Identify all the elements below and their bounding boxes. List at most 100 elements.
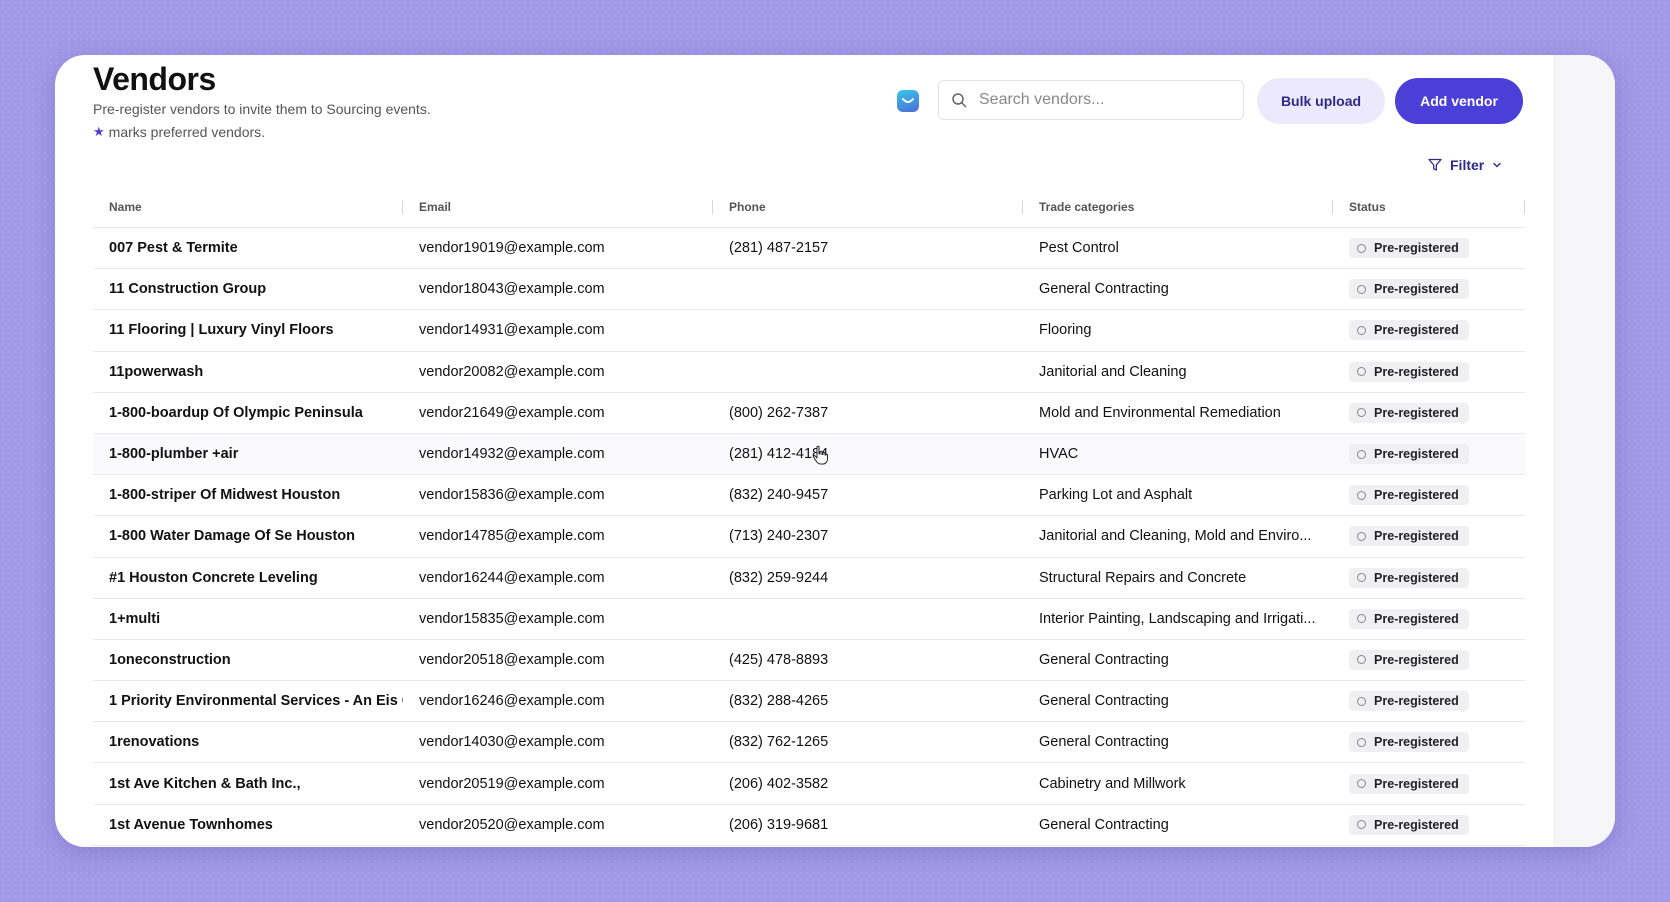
vendor-status: Pre-registered	[1333, 649, 1525, 670]
status-label: Pre-registered	[1374, 241, 1459, 256]
vendor-status: Pre-registered	[1333, 732, 1525, 753]
vendor-status: Pre-registered	[1333, 567, 1525, 588]
vendor-email: vendor20518@example.com	[419, 651, 605, 668]
status-label: Pre-registered	[1374, 405, 1459, 420]
status-badge: Pre-registered	[1349, 238, 1469, 259]
search-box[interactable]	[938, 80, 1244, 120]
hand-cursor-icon	[812, 445, 828, 465]
filter-button[interactable]: Filter	[1428, 157, 1502, 173]
vendor-name: 1st Avenue Townhomes	[109, 816, 273, 833]
vendor-trade-categories: Janitorial and Cleaning, Mold and Enviro…	[1039, 528, 1312, 545]
status-label: Pre-registered	[1374, 488, 1459, 503]
vendor-phone: (832) 240-9457	[729, 487, 829, 504]
status-badge: Pre-registered	[1349, 444, 1469, 465]
vendor-status: Pre-registered	[1333, 279, 1525, 300]
vendor-status: Pre-registered	[1333, 485, 1525, 506]
scrollbar-track[interactable]	[1554, 55, 1615, 847]
vendor-name: 1st Ave Kitchen & Bath Inc.,	[109, 775, 301, 792]
status-label: Pre-registered	[1374, 323, 1459, 338]
vendor-email: vendor20520@example.com	[419, 816, 605, 833]
vendors-card: Vendors Pre-register vendors to invite t…	[55, 55, 1615, 847]
column-header-phone[interactable]: Phone	[713, 187, 1023, 227]
table-row[interactable]: 1+multi vendor15835@example.com Interior P…	[93, 599, 1525, 640]
vendor-trade-categories: HVAC	[1039, 446, 1079, 463]
table-row[interactable]: 1 Priority Environmental Services - An E…	[93, 681, 1525, 723]
vendor-status: Pre-registered	[1333, 526, 1525, 547]
vendor-email: vendor14785@example.com	[419, 528, 605, 545]
vendor-email: vendor16246@example.com	[419, 693, 605, 710]
vendor-trade-categories: General Contracting	[1039, 281, 1169, 298]
table-row[interactable]: 1-800-boardup Of Olympic Peninsula vendor…	[93, 393, 1525, 434]
column-header-trade-categories[interactable]: Trade categories	[1023, 187, 1333, 227]
vendor-name: 11 Construction Group	[109, 281, 267, 298]
search-input[interactable]	[977, 90, 1231, 110]
status-badge: Pre-registered	[1349, 361, 1469, 382]
vendor-status: Pre-registered	[1333, 444, 1525, 465]
circle-icon	[1357, 531, 1366, 541]
vendor-phone: (713) 240-2307	[729, 528, 829, 545]
vendor-trade-categories: General Contracting	[1039, 816, 1169, 833]
column-header-status[interactable]: Status	[1333, 187, 1525, 227]
app-icon[interactable]	[897, 90, 919, 112]
vendor-name: #1 Houston Concrete Leveling	[109, 569, 318, 586]
status-label: Pre-registered	[1374, 364, 1459, 379]
vendor-status: Pre-registered	[1333, 402, 1525, 423]
circle-icon	[1357, 614, 1366, 624]
circle-icon	[1357, 243, 1366, 253]
status-badge: Pre-registered	[1349, 320, 1469, 341]
vendor-status: Pre-registered	[1333, 814, 1525, 835]
vendor-trade-categories: Structural Repairs and Concrete	[1039, 569, 1247, 586]
table-row[interactable]: 1oneconstruction vendor20518@example.com (…	[93, 640, 1525, 682]
circle-icon	[1357, 779, 1366, 789]
table-row[interactable]: 1st Ave Kitchen & Bath Inc., vendor20519@…	[93, 763, 1525, 805]
vendor-trade-categories: Parking Lot and Asphalt	[1039, 487, 1193, 504]
vendor-phone: (832) 762-1265	[729, 734, 829, 751]
vendor-email: vendor20519@example.com	[419, 775, 605, 792]
table-row[interactable]: 1renovations vendor14030@example.com (832)…	[93, 722, 1525, 764]
table-row[interactable]: 1-800-plumber +air vendor14932@example.co…	[93, 433, 1525, 476]
vendor-email: vendor18043@example.com	[419, 281, 605, 298]
status-badge: Pre-registered	[1349, 649, 1469, 670]
table-row[interactable]: 11 Flooring | Luxury Vinyl Floors vendor1…	[93, 310, 1525, 352]
vendor-status: Pre-registered	[1333, 361, 1525, 382]
circle-icon	[1357, 696, 1366, 706]
vendor-email: vendor14931@example.com	[419, 322, 605, 339]
vendor-phone: (832) 259-9244	[729, 569, 829, 586]
vendor-email: vendor20082@example.com	[419, 363, 605, 380]
vendor-email: vendor14030@example.com	[419, 734, 605, 751]
vendor-email: vendor14932@example.com	[419, 446, 605, 463]
vendor-name: 11powerwash	[109, 363, 204, 380]
vendor-email: vendor16244@example.com	[419, 569, 605, 586]
status-label: Pre-registered	[1374, 447, 1459, 462]
vendor-phone: (281) 487-2157	[729, 240, 829, 257]
vendor-name: 1-800 Water Damage Of Se Houston	[109, 528, 356, 545]
table-row[interactable]: 007 Pest & Termite vendor19019@example.co…	[93, 228, 1525, 270]
column-header-name[interactable]: Name	[93, 187, 403, 227]
table-row[interactable]: 1-800 Water Damage Of Se Houston vendor14…	[93, 516, 1525, 558]
vendor-status: Pre-registered	[1333, 691, 1525, 712]
status-badge: Pre-registered	[1349, 691, 1469, 712]
bulk-upload-button[interactable]: Bulk upload	[1257, 78, 1385, 124]
vendor-email: vendor15836@example.com	[419, 487, 605, 504]
table-row[interactable]: 11 Construction Group vendor18043@example…	[93, 269, 1525, 311]
vendors-table: Name Email Phone Trade categories Status…	[93, 187, 1525, 846]
vendor-trade-categories: General Contracting	[1039, 651, 1169, 668]
add-vendor-button[interactable]: Add vendor	[1395, 78, 1523, 124]
circle-icon	[1357, 367, 1366, 377]
status-badge: Pre-registered	[1349, 773, 1469, 794]
circle-icon	[1357, 284, 1366, 294]
table-row[interactable]: 1-800-striper Of Midwest Houston vendor15…	[93, 475, 1525, 517]
column-header-email[interactable]: Email	[403, 187, 713, 227]
vendor-name: 1oneconstruction	[109, 651, 231, 668]
circle-icon	[1357, 737, 1366, 747]
table-row[interactable]: 1st Avenue Townhomes vendor20520@example.…	[93, 805, 1525, 846]
status-label: Pre-registered	[1374, 611, 1459, 626]
vendor-name: 1-800-plumber +air	[109, 446, 239, 463]
smile-icon	[902, 98, 914, 103]
status-badge: Pre-registered	[1349, 402, 1469, 423]
table-row[interactable]: 11powerwash vendor20082@example.com Janito…	[93, 352, 1525, 393]
status-badge: Pre-registered	[1349, 526, 1469, 547]
table-row[interactable]: #1 Houston Concrete Leveling vendor16244@…	[93, 558, 1525, 599]
status-badge: Pre-registered	[1349, 279, 1469, 300]
vendor-phone: (832) 288-4265	[729, 693, 829, 710]
